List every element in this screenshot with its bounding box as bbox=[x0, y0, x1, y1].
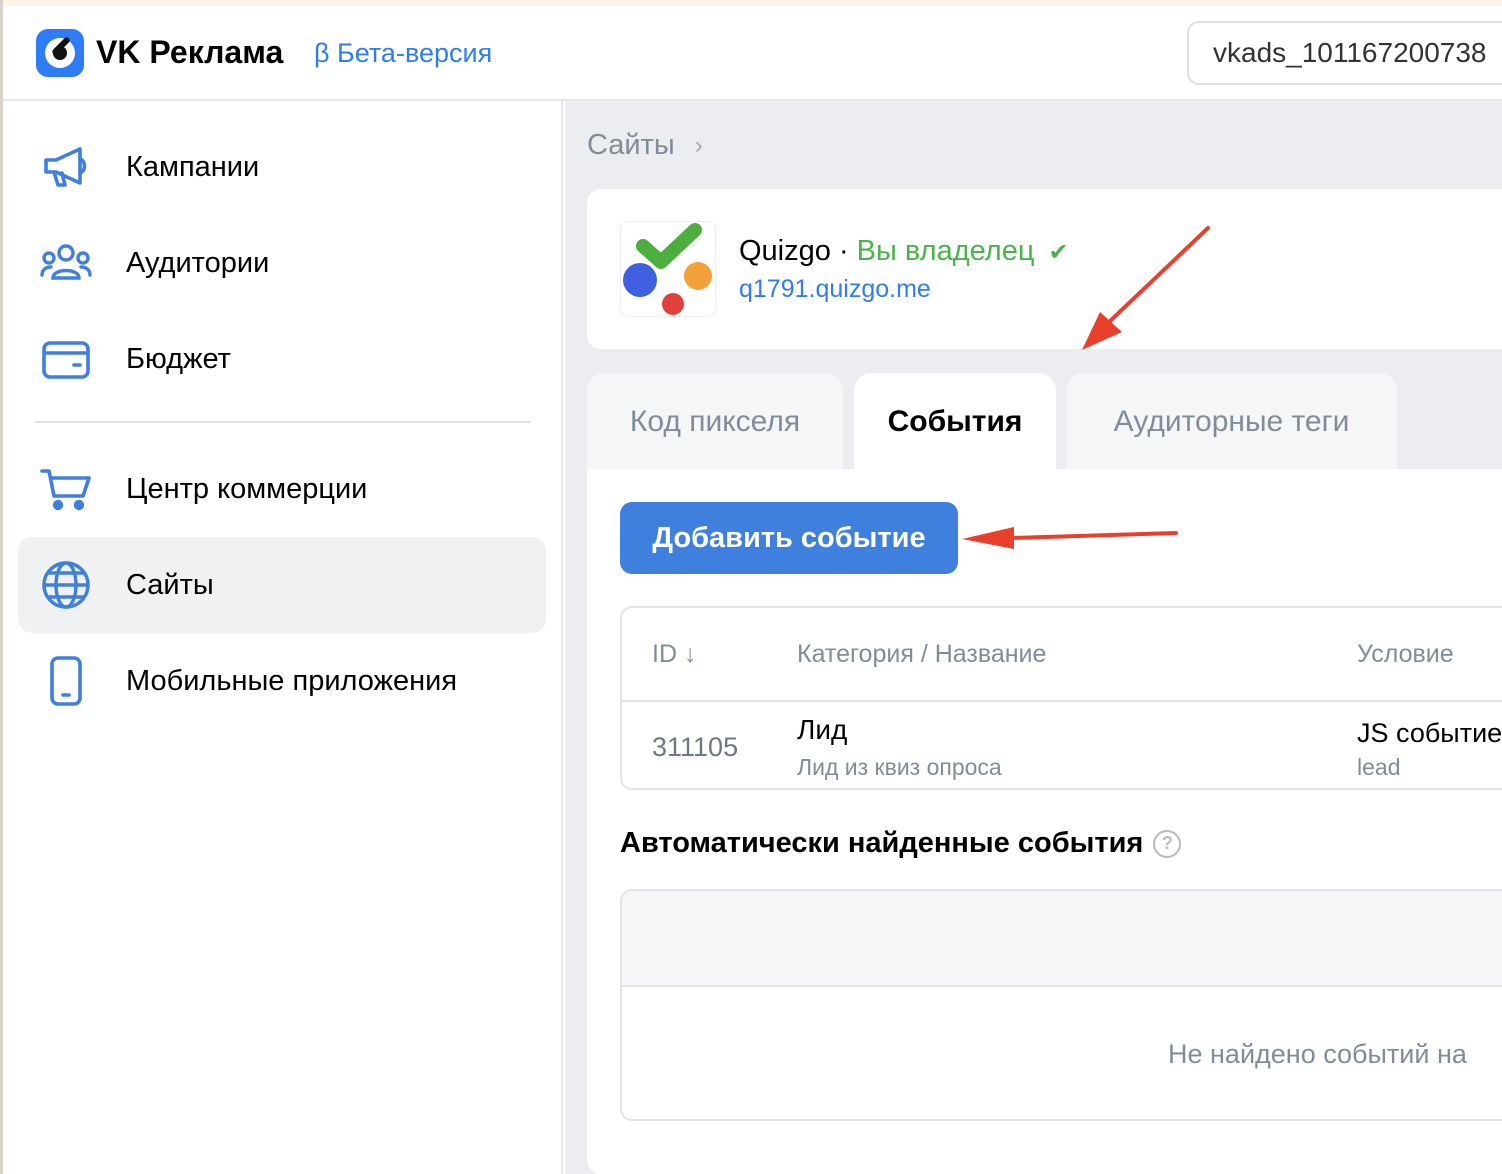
sidebar-item-label: Мобильные приложения bbox=[126, 664, 458, 697]
beta-badge[interactable]: β Бета-версия bbox=[314, 38, 492, 69]
auto-events-heading: Автоматически найденные события bbox=[620, 827, 1144, 859]
sidebar-item-label: Бюджет bbox=[126, 342, 231, 375]
tab-pixel-code[interactable]: Код пикселя bbox=[587, 373, 843, 471]
column-condition: Условие bbox=[1357, 640, 1454, 668]
auto-table-header bbox=[622, 891, 1502, 987]
sidebar-item-budget[interactable]: Бюджет bbox=[18, 311, 546, 407]
sidebar-item-label: Центр коммерции bbox=[126, 472, 368, 505]
sidebar-item-campaigns[interactable]: Кампании bbox=[18, 119, 546, 215]
events-table: ID ↓ Категория / Название Условие 311105… bbox=[620, 606, 1502, 790]
site-url-link[interactable]: q1791.quizgo.me bbox=[739, 275, 931, 304]
globe-icon bbox=[38, 557, 94, 613]
owner-status: Вы владелец bbox=[856, 235, 1035, 267]
auto-events-title: Автоматически найденные события ? bbox=[620, 827, 1182, 860]
event-category: Лид bbox=[797, 714, 848, 745]
sidebar: Кампании Аудитории Бюджет Центр коммерци… bbox=[3, 101, 563, 1174]
sidebar-divider bbox=[35, 421, 531, 423]
tab-audience-tags[interactable]: Аудиторные теги bbox=[1066, 373, 1397, 471]
users-icon bbox=[38, 235, 94, 291]
phone-icon bbox=[38, 653, 94, 709]
sidebar-item-sites[interactable]: Сайты bbox=[18, 537, 546, 633]
chevron-right-icon: › bbox=[694, 131, 703, 159]
column-id-sort[interactable]: ID ↓ bbox=[652, 640, 696, 669]
event-condition: JS событие bbox=[1357, 718, 1502, 748]
quizgo-logo-icon bbox=[620, 221, 716, 317]
auto-events-table: Не найдено событий на bbox=[620, 889, 1502, 1121]
brand-title[interactable]: VK Реклама bbox=[96, 34, 283, 71]
events-panel: Добавить событие ID ↓ Категория / Назван… bbox=[587, 469, 1502, 1174]
cart-icon bbox=[38, 461, 94, 517]
sidebar-item-mobile-apps[interactable]: Мобильные приложения bbox=[18, 633, 546, 729]
main-content: Сайты › Quizgo · Вы владелец ✔ q1791.qui… bbox=[565, 101, 1502, 1174]
sidebar-item-audiences[interactable]: Аудитории bbox=[18, 215, 546, 311]
breadcrumb: Сайты › bbox=[587, 129, 703, 162]
check-icon: ✔ bbox=[1048, 239, 1069, 266]
event-name: Лид из квиз опроса bbox=[797, 754, 1002, 780]
site-title-separator: · bbox=[830, 235, 857, 267]
megaphone-icon bbox=[38, 139, 94, 195]
sidebar-item-label: Сайты bbox=[126, 568, 214, 601]
site-title: Quizgo · Вы владелец ✔ bbox=[739, 235, 1069, 268]
sidebar-item-commerce[interactable]: Центр коммерции bbox=[18, 441, 546, 537]
help-icon[interactable]: ? bbox=[1153, 829, 1182, 858]
sidebar-item-label: Аудитории bbox=[126, 246, 270, 279]
wallet-icon bbox=[38, 331, 94, 387]
site-card: Quizgo · Вы владелец ✔ q1791.quizgo.me bbox=[587, 189, 1502, 349]
tab-events[interactable]: События bbox=[854, 373, 1056, 471]
vk-ads-logo-icon[interactable] bbox=[36, 29, 84, 77]
site-name: Quizgo bbox=[739, 235, 831, 267]
app-header: VK Реклама β Бета-версия vkads_101167200… bbox=[3, 6, 1502, 101]
event-condition-value: lead bbox=[1357, 754, 1401, 780]
window-left-edge bbox=[0, 0, 3, 1174]
breadcrumb-sites-link[interactable]: Сайты bbox=[587, 129, 675, 162]
column-category: Категория / Название bbox=[797, 640, 1047, 668]
event-id: 311105 bbox=[652, 732, 739, 762]
account-selector[interactable]: vkads_101167200738 bbox=[1187, 21, 1502, 85]
sidebar-item-label: Кампании bbox=[126, 150, 260, 183]
add-event-button[interactable]: Добавить событие bbox=[620, 502, 958, 574]
table-header: ID ↓ Категория / Название Условие bbox=[622, 608, 1502, 702]
empty-state-text: Не найдено событий на bbox=[1168, 1039, 1467, 1069]
